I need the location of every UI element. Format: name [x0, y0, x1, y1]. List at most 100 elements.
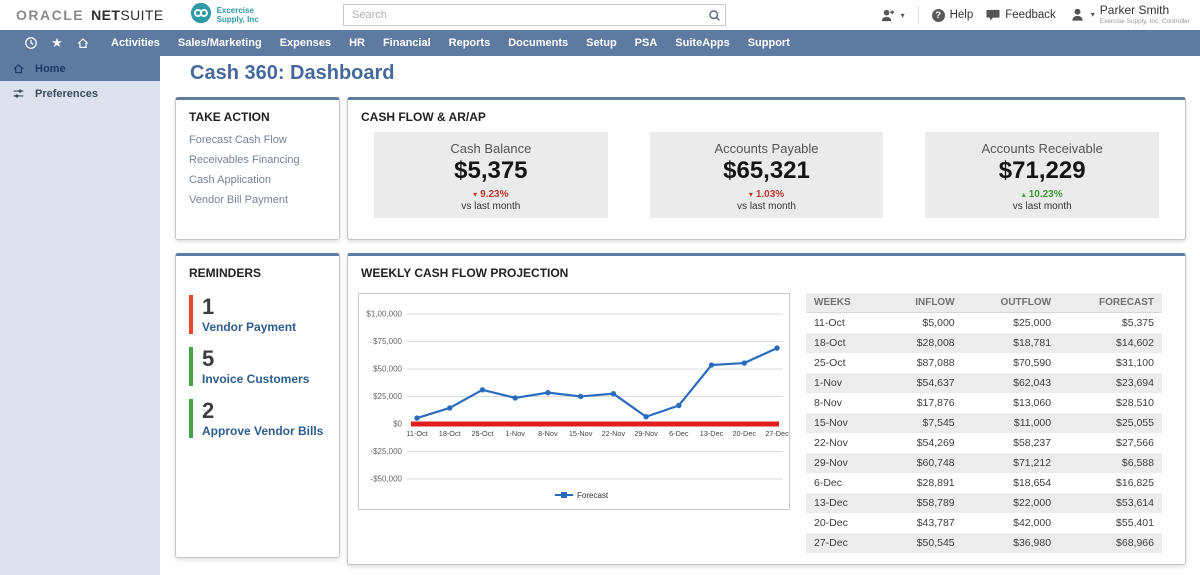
take-action-link-receivables-financing[interactable]: Receivables Financing — [176, 150, 339, 170]
table-header: WEEKS — [806, 293, 882, 313]
x-axis-label: 15-Nov — [569, 429, 593, 438]
user-role: Exercise Supply, Inc. Controller — [1100, 18, 1190, 25]
reminder-count: 2 — [202, 399, 326, 422]
table-cell: $53,614 — [1059, 493, 1162, 513]
oracle-wordmark: ORACLE — [16, 7, 84, 23]
table-cell: $7,545 — [882, 413, 962, 433]
take-action-title: TAKE ACTION — [176, 100, 339, 130]
delta-up-icon: ▴ — [1022, 190, 1026, 199]
data-point — [709, 362, 714, 367]
nav-item-financial[interactable]: Financial — [374, 37, 440, 49]
nav-item-activities[interactable]: Activities — [102, 37, 169, 49]
user-name: Parker Smith — [1100, 4, 1190, 18]
sliders-icon — [12, 87, 25, 100]
reminder-vendor-payment[interactable]: 1 Vendor Payment — [189, 295, 326, 334]
shortcuts-star-icon[interactable]: ★ — [44, 35, 70, 51]
x-axis-label: 25-Oct — [472, 429, 494, 438]
sidebar-item-label: Home — [35, 63, 66, 75]
table-cell: $60,748 — [882, 453, 962, 473]
table-cell: $31,100 — [1059, 353, 1162, 373]
feedback-bubble-icon — [986, 9, 1000, 22]
kpi-label: Cash Balance — [374, 141, 608, 156]
nav-item-documents[interactable]: Documents — [499, 37, 577, 49]
nav-item-expenses[interactable]: Expenses — [271, 37, 340, 49]
table-cell: 11-Oct — [806, 313, 882, 334]
help-icon: ? — [932, 9, 945, 22]
y-axis-label: $0 — [393, 420, 402, 429]
home-icon[interactable] — [70, 36, 96, 50]
table-cell: $54,637 — [882, 373, 962, 393]
user-info: Parker Smith Exercise Supply, Inc. Contr… — [1100, 4, 1190, 25]
help-label: Help — [950, 9, 974, 21]
header-right-cluster: ▾ ? Help Feedback ▾ Parker Smith Exercis… — [879, 0, 1190, 30]
table-cell: 6-Dec — [806, 473, 882, 493]
search-input[interactable] — [344, 9, 703, 21]
take-action-panel: TAKE ACTION Forecast Cash Flow Receivabl… — [175, 97, 340, 240]
table-row: 29-Nov$60,748$71,212$6,588 — [806, 453, 1162, 473]
feedback-button[interactable]: Feedback — [986, 9, 1056, 22]
data-point — [414, 415, 419, 420]
cash-flow-panel: CASH FLOW & AR/AP Cash Balance $5,375 ▾9… — [347, 97, 1186, 240]
chevron-down-icon: ▾ — [901, 11, 905, 20]
sidebar-item-home[interactable]: Home — [0, 56, 160, 81]
table-row: 6-Dec$28,891$18,654$16,825 — [806, 473, 1162, 493]
company-badge[interactable]: Excercise Supply, Inc — [190, 2, 259, 29]
table-row: 22-Nov$54,269$58,237$27,566 — [806, 433, 1162, 453]
chevron-down-icon: ▾ — [1091, 10, 1095, 19]
nav-item-support[interactable]: Support — [739, 37, 799, 49]
take-action-link-vendor-bill-payment[interactable]: Vendor Bill Payment — [176, 190, 339, 210]
table-cell: $28,891 — [882, 473, 962, 493]
take-action-link-cash-application[interactable]: Cash Application — [176, 170, 339, 190]
company-name-line2: Supply, Inc — [217, 15, 259, 24]
add-user-icon — [879, 8, 896, 23]
x-axis-label: 22-Nov — [602, 429, 626, 438]
user-menu[interactable]: ▾ Parker Smith Exercise Supply, Inc. Con… — [1069, 4, 1190, 25]
x-axis-label: 29-Nov — [634, 429, 658, 438]
table-header: OUTFLOW — [963, 293, 1059, 313]
x-axis-label: 27-Dec — [765, 429, 789, 438]
sidebar-item-preferences[interactable]: Preferences — [0, 81, 160, 106]
nav-item-suiteapps[interactable]: SuiteApps — [666, 37, 738, 49]
x-axis-label: 20-Dec — [733, 429, 757, 438]
nav-item-sales-marketing[interactable]: Sales/Marketing — [169, 37, 271, 49]
table-cell: $87,088 — [882, 353, 962, 373]
reminders-title: REMINDERS — [176, 256, 339, 286]
reminder-approve-vendor-bills[interactable]: 2 Approve Vendor Bills — [189, 399, 326, 438]
roles-menu-button[interactable]: ▾ — [879, 8, 905, 23]
table-cell: $25,000 — [963, 313, 1059, 334]
help-button[interactable]: ? Help — [932, 9, 974, 22]
recent-records-icon[interactable] — [18, 36, 44, 50]
kpi-label: Accounts Payable — [650, 141, 884, 156]
search-icon[interactable] — [703, 9, 725, 22]
reminder-invoice-customers[interactable]: 5 Invoice Customers — [189, 347, 326, 386]
table-cell: $55,401 — [1059, 513, 1162, 533]
user-avatar-icon — [1069, 7, 1086, 22]
table-cell: $43,787 — [882, 513, 962, 533]
kpi-accounts-receivable: Accounts Receivable $71,229 ▴10.23% vs l… — [925, 132, 1159, 218]
feedback-label: Feedback — [1005, 9, 1056, 21]
table-cell: $68,966 — [1059, 533, 1162, 553]
top-header: ORACLE NET SUITE Excercise Supply, Inc ▾… — [0, 0, 1200, 30]
table-cell: $6,588 — [1059, 453, 1162, 473]
home-icon — [12, 62, 25, 75]
left-sidebar: Home Preferences — [0, 56, 160, 575]
x-axis-label: 8-Nov — [538, 429, 558, 438]
kpi-caption: vs last month — [374, 201, 608, 212]
kpi-delta: ▾9.23% — [374, 189, 608, 200]
table-cell: $71,212 — [963, 453, 1059, 473]
x-axis-label: 11-Oct — [406, 429, 427, 438]
table-cell: $27,566 — [1059, 433, 1162, 453]
nav-item-hr[interactable]: HR — [340, 37, 374, 49]
table-cell: $18,781 — [963, 333, 1059, 353]
nav-item-psa[interactable]: PSA — [626, 37, 667, 49]
forecast-line-chart: $1,00,000$75,000$50,000$25,000$0-$25,000… — [359, 294, 789, 509]
table-cell: $58,789 — [882, 493, 962, 513]
take-action-link-forecast-cash-flow[interactable]: Forecast Cash Flow — [176, 130, 339, 150]
x-axis-label: 6-Dec — [669, 429, 689, 438]
table-header-row: WEEKSINFLOWOUTFLOWFORECAST — [806, 293, 1162, 313]
nav-item-setup[interactable]: Setup — [577, 37, 626, 49]
data-point — [578, 394, 583, 399]
x-axis-label: 18-Oct — [439, 429, 461, 438]
table-cell: $25,055 — [1059, 413, 1162, 433]
nav-item-reports[interactable]: Reports — [440, 37, 500, 49]
